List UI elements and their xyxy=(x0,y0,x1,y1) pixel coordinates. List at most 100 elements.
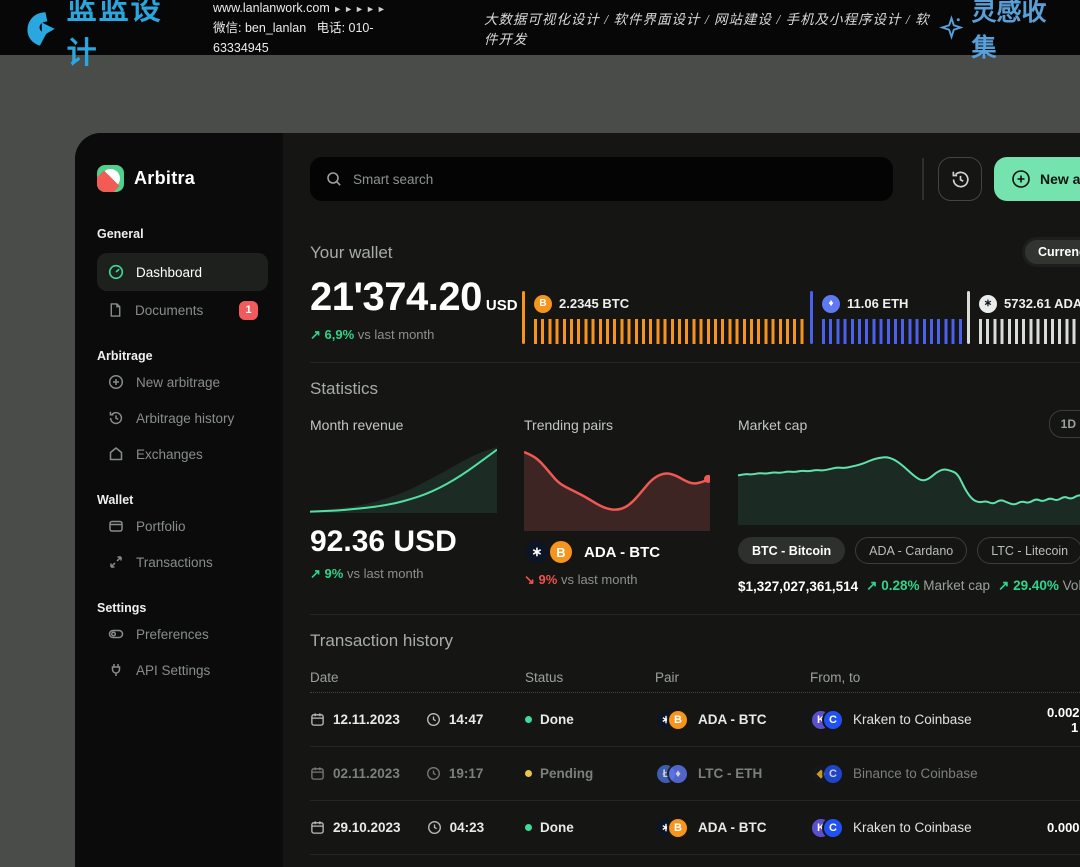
eth-icon: ♦ xyxy=(822,295,840,313)
sidebar-item-api-settings[interactable]: API Settings xyxy=(97,653,268,687)
wallet-segment-ada[interactable]: ∗ 5732.61 ADA xyxy=(967,291,1080,344)
clock-icon xyxy=(426,712,441,727)
site-banner: 蓝蓝设计 www.lanlanwork.com ►►►►► 微信: ben_la… xyxy=(0,0,1080,55)
segment-amount: 2.2345 BTC xyxy=(559,296,629,311)
calendar-icon xyxy=(310,766,325,781)
site-url[interactable]: www.lanlanwork.com xyxy=(213,1,330,15)
segment-amount: 5732.61 ADA xyxy=(1004,296,1080,311)
ada-icon: ∗ xyxy=(524,539,550,565)
sidebar-item-label: Preferences xyxy=(136,627,209,642)
col-date: Date xyxy=(310,670,525,685)
lanlan-logo[interactable]: 蓝蓝设计 xyxy=(0,0,185,72)
market-cap-stats: $1,327,027,361,514 ↗ 0.28% Market cap ↗ … xyxy=(738,578,1080,594)
tx-status: Done xyxy=(540,712,574,727)
sidebar-item-transactions[interactable]: Transactions xyxy=(97,545,268,579)
sidebar-item-label: API Settings xyxy=(136,663,210,678)
brand-name: Arbitra xyxy=(134,168,195,189)
trending-change: ↘ 9% vs last month xyxy=(524,572,710,588)
sidebar-item-label: Documents xyxy=(135,303,203,318)
new-button-label: New arbitrage xyxy=(1040,171,1080,187)
range-1d[interactable]: 1D xyxy=(1052,413,1080,435)
tx-route: Binance to Coinbase xyxy=(853,766,978,781)
btc-icon: B xyxy=(548,539,574,565)
sidebar-item-dashboard[interactable]: Dashboard xyxy=(97,253,268,291)
brand[interactable]: Arbitra xyxy=(97,161,268,195)
pill-ltc[interactable]: LTC - Litecoin xyxy=(977,537,1080,564)
sidebar: Arbitra General Dashboard Documents 1 Ar… xyxy=(75,133,283,867)
spark-icon xyxy=(939,14,964,41)
wallet-segment-btc[interactable]: B2.2345 BTC xyxy=(522,291,805,344)
cap-value: $1,327,027,361,514 xyxy=(738,579,858,594)
sidebar-item-exchanges[interactable]: Exchanges xyxy=(97,437,268,471)
screen: 蓝蓝设计 www.lanlanwork.com ►►►►► 微信: ben_la… xyxy=(0,0,1080,867)
segment-lead xyxy=(967,291,970,344)
sidebar-item-documents[interactable]: Documents 1 xyxy=(97,293,268,327)
lanlan-logo-icon xyxy=(14,8,57,48)
topbar-divider xyxy=(922,158,924,200)
search-icon xyxy=(326,171,342,187)
range-toggle: 1D 7D 1M xyxy=(1049,410,1080,438)
collect-label: 灵感收集 xyxy=(971,0,1064,64)
site-logo-text: 蓝蓝设计 xyxy=(67,0,185,72)
sidebar-item-portfolio[interactable]: Portfolio xyxy=(97,509,268,543)
month-revenue-change: ↗ 9% vs last month xyxy=(310,566,497,582)
new-arbitrage-button[interactable]: New arbitrage xyxy=(994,157,1080,201)
sidebar-item-preferences[interactable]: Preferences xyxy=(97,617,268,651)
col-status: Status xyxy=(525,670,655,685)
calendar-icon xyxy=(310,820,325,835)
coin-pill-row: BTC - Bitcoin ADA - Cardano LTC - Liteco… xyxy=(738,537,1080,564)
swap-icon xyxy=(108,554,124,570)
sidebar-item-arbitrage-history[interactable]: Arbitrage history xyxy=(97,401,268,435)
plus-circle-icon xyxy=(108,374,124,390)
tx-time: 14:47 xyxy=(449,712,484,727)
tx-amount: 0.0000 xyxy=(1040,820,1080,835)
wallet-segment-eth[interactable]: ♦ 11.06 ETH xyxy=(810,291,962,344)
status-dot xyxy=(525,770,532,777)
nav-section-wallet: Wallet xyxy=(97,493,268,507)
month-revenue-label: Month revenue xyxy=(310,417,497,433)
inspiration-collect[interactable]: 灵感收集 xyxy=(939,0,1080,64)
pill-ada[interactable]: ADA - Cardano xyxy=(855,537,967,564)
sidebar-item-label: New arbitrage xyxy=(136,375,220,390)
segment-ticks xyxy=(534,319,805,344)
transaction-row[interactable]: 02.11.2023 19:17 Pending Ł♦ LTC - ETH ◆C… xyxy=(310,747,1080,801)
segment-lead xyxy=(810,291,813,344)
sidebar-item-label: Arbitrage history xyxy=(136,411,234,426)
toggle-currencies[interactable]: Currencies xyxy=(1025,240,1080,264)
tx-status: Pending xyxy=(540,766,593,781)
balance-block: 21'374.20USD ↗ 6,9% vs last month xyxy=(310,275,522,344)
sidebar-item-new-arbitrage[interactable]: New arbitrage xyxy=(97,365,268,399)
ada-icon: ∗ xyxy=(979,295,997,313)
col-pair: Pair xyxy=(655,670,810,685)
wallet-balance: 21'374.20USD xyxy=(310,275,522,320)
history-button[interactable] xyxy=(938,157,982,201)
search-input[interactable] xyxy=(353,172,877,187)
transaction-row[interactable]: 12.11.2023 14:47 Done ∗B ADA - BTC KC Kr… xyxy=(310,693,1080,747)
calendar-icon xyxy=(310,712,325,727)
wallet-currency: USD xyxy=(486,297,518,314)
search-bar[interactable] xyxy=(310,157,893,201)
arbitra-logo-icon xyxy=(97,165,124,192)
arrow-decor: ►►►►► xyxy=(333,4,388,14)
nav-section-settings: Settings xyxy=(97,601,268,615)
tx-pair: ADA - BTC xyxy=(698,820,767,835)
transactions-header: Date Status Pair From, to xyxy=(310,663,1080,693)
segment-amount: 11.06 ETH xyxy=(847,296,908,311)
pill-btc[interactable]: BTC - Bitcoin xyxy=(738,537,845,564)
transaction-row[interactable]: 29.10.2023 04:23 Done ∗B ADA - BTC KC Kr… xyxy=(310,801,1080,855)
trending-pairs-card: Trending pairs ∗B ADA - BTC ↘ 9% vs last… xyxy=(524,417,710,594)
wallet-title: Your wallet xyxy=(310,243,1080,263)
market-cap-label: Market cap xyxy=(738,417,1080,433)
gauge-icon xyxy=(108,264,124,280)
wallet-bar: B2.2345 BTC ♦ 11.06 ETH xyxy=(522,291,1080,344)
col-route: From, to xyxy=(810,670,1040,685)
main-content: New arbitrage Your wallet Currencies Exc… xyxy=(283,133,1080,867)
wallet-row: 21'374.20USD ↗ 6,9% vs last month B2.234… xyxy=(310,275,1080,344)
market-cap-card: Market cap 1D 7D 1M BTC - Bitcoin ADA - … xyxy=(738,417,1080,594)
toggle-icon xyxy=(108,626,124,642)
trending-pair-name: ADA - BTC xyxy=(584,544,660,561)
tx-date: 29.10.2023 xyxy=(333,820,401,835)
eth-icon: ♦ xyxy=(667,763,689,785)
documents-badge: 1 xyxy=(239,301,258,320)
month-revenue-value: 92.36 USD xyxy=(310,525,497,559)
